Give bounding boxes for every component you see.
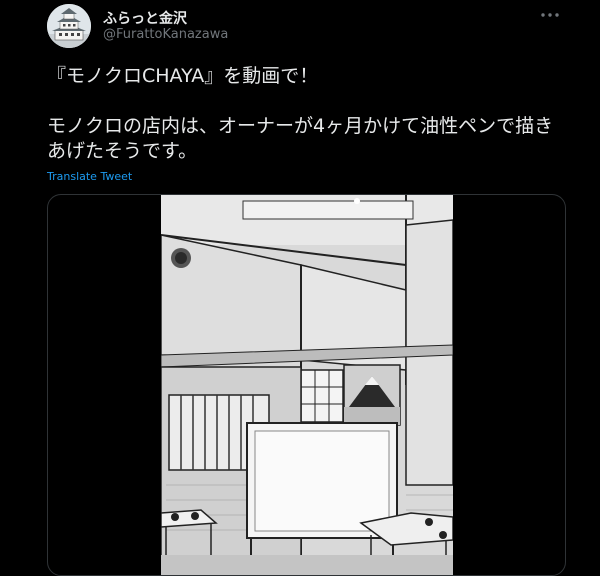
avatar[interactable] [47, 4, 91, 48]
tweet-text: 『モノクロCHAYA』を動画で！ モノクロの店内は、オーナーが4ヶ月かけて油性ペ… [47, 64, 567, 164]
media-card[interactable] [47, 194, 566, 576]
media-photo[interactable] [161, 195, 453, 575]
more-options-button[interactable] [538, 6, 562, 24]
handle[interactable]: @FurattoKanazawa [103, 27, 228, 42]
more-dots-icon [541, 13, 559, 17]
display-name[interactable]: ふらっと金沢 [103, 8, 187, 28]
tweet: ふらっと金沢 @FurattoKanazawa 『モノクロCHAYA』を動画で！… [0, 0, 600, 576]
castle-avatar-icon [47, 4, 91, 48]
translate-tweet-link[interactable]: Translate Tweet [47, 170, 132, 183]
tweet-line-1: 『モノクロCHAYA』を動画で！ [47, 65, 319, 87]
tweet-line-2: モノクロの店内は、オーナーが4ヶ月かけて油性ペンで描きあげたそうです。 [47, 115, 554, 162]
